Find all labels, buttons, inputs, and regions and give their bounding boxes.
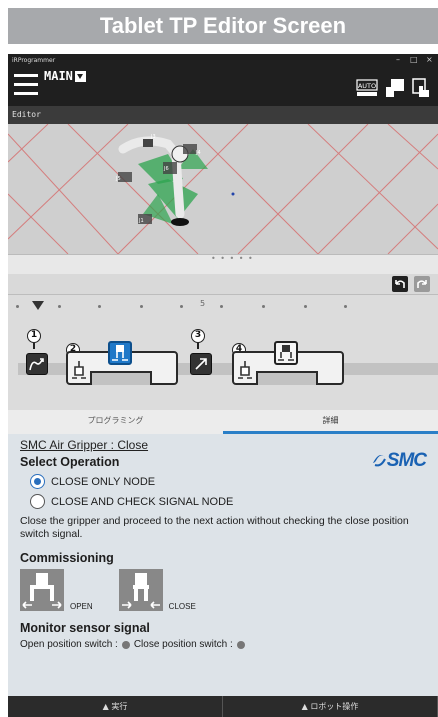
- robot-operation-button[interactable]: ▲ ロボット操作: [223, 696, 438, 717]
- gripper-open-node[interactable]: [274, 341, 298, 365]
- timeline-cursor-icon[interactable]: [32, 301, 44, 310]
- open-switch-label: Open position switch :: [20, 639, 118, 650]
- robot-scene: J3 J4 J5 J6 J1: [8, 124, 438, 254]
- program-selector[interactable]: MAIN: [44, 69, 86, 83]
- option-close-check-signal[interactable]: CLOSE AND CHECK SIGNAL NODE: [30, 494, 426, 509]
- joint-label-j5: J5: [115, 176, 121, 182]
- app-window: iRProgrammer – □ × MAIN AUTO Editor J3 J…: [8, 54, 438, 717]
- smc-logo-text: SMC: [386, 450, 427, 471]
- node-number-3: 3: [191, 329, 205, 349]
- joint-label-j1: J1: [138, 218, 144, 224]
- auto-icon[interactable]: AUTO: [356, 78, 378, 98]
- tab-programming[interactable]: プログラミング: [8, 410, 223, 434]
- select-operation-heading: Select Operation: [20, 455, 120, 469]
- option-close-check-signal-label: CLOSE AND CHECK SIGNAL NODE: [51, 495, 234, 508]
- gripper-close-icon: [70, 359, 88, 381]
- undo-icon[interactable]: [392, 276, 408, 292]
- smc-logo: SMC: [371, 450, 427, 472]
- node-number-1: 1: [27, 329, 41, 349]
- radio-close-only[interactable]: [30, 474, 45, 489]
- robot-3d-viewport[interactable]: J3 J4 J5 J6 J1: [8, 124, 438, 254]
- auto-icon-label: AUTO: [358, 82, 376, 90]
- sensor-signals: Open position switch : Close position sw…: [20, 639, 426, 650]
- screen-banner: Tablet TP Editor Screen: [8, 8, 438, 44]
- bottom-bar: ▲ 実行 ▲ ロボット操作: [8, 696, 438, 717]
- node-detail-panel: SMC Air Gripper : Close SMC Select Opera…: [8, 434, 438, 696]
- monitor-heading: Monitor sensor signal: [20, 621, 150, 635]
- redo-icon[interactable]: [414, 276, 430, 292]
- operation-description: Close the gripper and proceed to the nex…: [20, 515, 409, 540]
- run-button[interactable]: ▲ 実行: [8, 696, 223, 717]
- open-switch-indicator: [121, 640, 130, 649]
- gripper-open-icon: [236, 359, 254, 381]
- approach-path-icon: [29, 358, 44, 371]
- open-label: OPEN: [70, 602, 93, 611]
- app-name: iRProgrammer: [12, 56, 56, 64]
- node-approach[interactable]: [26, 353, 48, 375]
- close-switch-indicator: [236, 640, 245, 649]
- menu-icon[interactable]: [14, 74, 38, 96]
- node-group-gripper-close[interactable]: [66, 341, 178, 385]
- panel-tabs: プログラミング 詳細: [8, 410, 438, 434]
- open-gripper-button[interactable]: [20, 569, 64, 611]
- minimize-button[interactable]: –: [396, 54, 400, 66]
- option-close-only[interactable]: CLOSE ONLY NODE: [30, 474, 426, 489]
- banner-title: Tablet TP Editor Screen: [99, 13, 347, 38]
- panel-splitter[interactable]: • • • • •: [8, 254, 438, 274]
- commissioning-heading: Commissioning: [20, 551, 114, 565]
- program-timeline[interactable]: 5 1 2 3 4: [8, 294, 438, 410]
- node-title: SMC Air Gripper : Close: [20, 438, 149, 452]
- robot-arm: J3 J4 J5 J6 J1: [115, 134, 235, 226]
- app-header: MAIN AUTO: [8, 66, 438, 106]
- radio-close-check-signal[interactable]: [30, 494, 45, 509]
- node-group-gripper-open[interactable]: [232, 341, 344, 385]
- close-label: CLOSE: [168, 602, 196, 611]
- tab-details[interactable]: 詳細: [223, 410, 438, 434]
- close-switch-label: Close position switch :: [133, 639, 233, 650]
- commissioning-controls: OPEN CLOSE: [20, 569, 426, 611]
- ruler-marker: 5: [200, 299, 206, 308]
- close-button[interactable]: ×: [426, 54, 433, 66]
- linear-move-icon: [195, 358, 207, 370]
- joint-label-j3: J3: [150, 134, 156, 140]
- hand-icon[interactable]: [410, 78, 432, 98]
- editor-label: Editor: [12, 110, 41, 119]
- editor-label-bar: Editor: [8, 106, 438, 124]
- option-close-only-label: CLOSE ONLY NODE: [51, 475, 156, 488]
- gripper-close-node[interactable]: [108, 341, 132, 365]
- joint-label-j4: J4: [195, 150, 201, 156]
- program-name: MAIN: [44, 69, 73, 83]
- window-titlebar: iRProgrammer – □ ×: [8, 54, 438, 66]
- close-gripper-button[interactable]: [118, 569, 163, 611]
- node-linear-move[interactable]: [190, 353, 212, 375]
- teach-pendant-icon[interactable]: [384, 78, 406, 98]
- maximize-button[interactable]: □: [410, 54, 418, 66]
- chevron-down-icon: [74, 70, 86, 82]
- joint-label-j6: J6: [163, 166, 169, 172]
